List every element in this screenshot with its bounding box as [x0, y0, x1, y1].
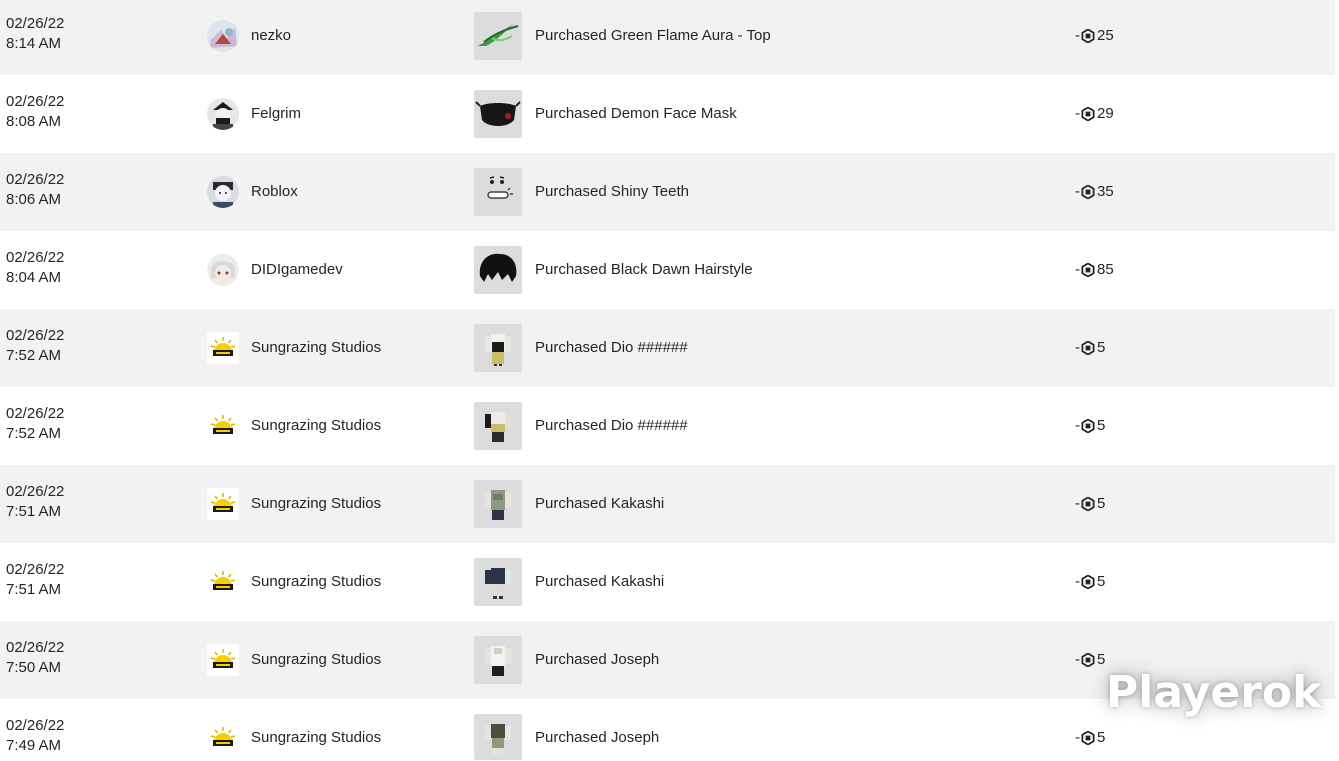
transaction-date: 02/26/22 8:04 AM — [6, 249, 65, 286]
robux-icon — [1081, 731, 1095, 745]
transaction-description[interactable]: Purchased Shiny Teeth — [535, 182, 689, 202]
sungrazing-logo-icon[interactable] — [207, 644, 239, 676]
transaction-description[interactable]: Purchased Kakashi — [535, 494, 664, 514]
transaction-description[interactable]: Purchased Demon Face Mask — [535, 104, 737, 124]
transaction-date: 02/26/22 8:08 AM — [6, 93, 65, 130]
joseph-pants-icon[interactable] — [474, 714, 522, 760]
transaction-amount: - 25 — [1075, 27, 1114, 44]
transaction-amount: - 5 — [1075, 339, 1106, 356]
robux-icon — [1081, 575, 1095, 589]
user-name[interactable]: Sungrazing Studios — [251, 338, 381, 358]
table-row: 02/26/22 8:14 AM nezko Purchased Green F… — [0, 0, 1335, 75]
transaction-date: 02/26/22 7:52 AM — [6, 405, 65, 442]
sungrazing-logo-icon[interactable] — [207, 722, 239, 754]
user-name[interactable]: Roblox — [251, 182, 298, 202]
kakashi-shirt-icon[interactable] — [474, 480, 522, 528]
table-row: 02/26/22 8:06 AM Roblox Purchased Shiny … — [0, 153, 1335, 231]
table-row: 02/26/22 7:52 AM Sungrazing Studios Purc… — [0, 387, 1335, 465]
transaction-date: 02/26/22 7:51 AM — [6, 561, 65, 598]
transaction-description[interactable]: Purchased Joseph — [535, 650, 659, 670]
user-name[interactable]: Sungrazing Studios — [251, 494, 381, 514]
user-name[interactable]: Sungrazing Studios — [251, 572, 381, 592]
table-row: 02/26/22 8:08 AM Felgrim Purchased Demon… — [0, 75, 1335, 153]
transaction-description[interactable]: Purchased Kakashi — [535, 572, 664, 592]
transaction-description[interactable]: Purchased Joseph — [535, 728, 659, 748]
didigamedev-avatar-icon[interactable] — [207, 254, 239, 286]
transaction-date: 02/26/22 7:49 AM — [6, 717, 65, 754]
user-name[interactable]: DIDIgamedev — [251, 260, 343, 280]
transaction-description[interactable]: Purchased Black Dawn Hairstyle — [535, 260, 753, 280]
transaction-date: 02/26/22 8:06 AM — [6, 171, 65, 208]
sungrazing-logo-icon[interactable] — [207, 488, 239, 520]
robux-icon — [1081, 263, 1095, 277]
sungrazing-logo-icon[interactable] — [207, 566, 239, 598]
transaction-amount: - 85 — [1075, 261, 1114, 278]
transaction-description[interactable]: Purchased Green Flame Aura - Top — [535, 26, 771, 46]
robux-icon — [1081, 419, 1095, 433]
transaction-amount: - 29 — [1075, 105, 1114, 122]
demon-face-mask-icon[interactable] — [474, 90, 522, 138]
transaction-amount: - 35 — [1075, 183, 1114, 200]
user-name[interactable]: Sungrazing Studios — [251, 650, 381, 670]
table-row: 02/26/22 7:51 AM Sungrazing Studios Purc… — [0, 543, 1335, 621]
robux-icon — [1081, 107, 1095, 121]
transactions-table: 02/26/22 8:14 AM nezko Purchased Green F… — [0, 0, 1339, 761]
sungrazing-logo-icon[interactable] — [207, 410, 239, 442]
user-name[interactable]: nezko — [251, 26, 291, 46]
sungrazing-logo-icon[interactable] — [207, 332, 239, 364]
dio-pants-icon[interactable] — [474, 402, 522, 450]
joseph-shirt-icon[interactable] — [474, 636, 522, 684]
nezko-avatar-icon[interactable] — [207, 20, 239, 52]
table-row: 02/26/22 8:04 AM DIDIgamedev Purchased B… — [0, 231, 1335, 309]
robux-icon — [1081, 341, 1095, 355]
transaction-description[interactable]: Purchased Dio ###### — [535, 416, 688, 436]
user-name[interactable]: Sungrazing Studios — [251, 416, 381, 436]
robux-icon — [1081, 29, 1095, 43]
playerok-watermark: Playerok — [1106, 667, 1322, 718]
transaction-amount: - 5 — [1075, 729, 1106, 746]
table-row: 02/26/22 7:52 AM Sungrazing Studios Purc… — [0, 309, 1335, 387]
robux-icon — [1081, 497, 1095, 511]
robux-icon — [1081, 653, 1095, 667]
kakashi-pants-icon[interactable] — [474, 558, 522, 606]
transaction-amount: - 5 — [1075, 495, 1106, 512]
transaction-date: 02/26/22 8:14 AM — [6, 15, 65, 52]
transaction-description[interactable]: Purchased Dio ###### — [535, 338, 688, 358]
felgrim-avatar-icon[interactable] — [207, 98, 239, 130]
user-name[interactable]: Felgrim — [251, 104, 301, 124]
green-flame-aura-icon[interactable] — [474, 12, 522, 60]
roblox-avatar-icon[interactable] — [207, 176, 239, 208]
user-name[interactable]: Sungrazing Studios — [251, 728, 381, 748]
transaction-amount: - 5 — [1075, 651, 1106, 668]
table-row: 02/26/22 7:51 AM Sungrazing Studios Purc… — [0, 465, 1335, 543]
transaction-date: 02/26/22 7:51 AM — [6, 483, 65, 520]
black-dawn-hairstyle-icon[interactable] — [474, 246, 522, 294]
transaction-amount: - 5 — [1075, 573, 1106, 590]
transaction-amount: - 5 — [1075, 417, 1106, 434]
transaction-date: 02/26/22 7:52 AM — [6, 327, 65, 364]
shiny-teeth-icon[interactable] — [474, 168, 522, 216]
dio-shirt-icon[interactable] — [474, 324, 522, 372]
robux-icon — [1081, 185, 1095, 199]
transaction-date: 02/26/22 7:50 AM — [6, 639, 65, 676]
